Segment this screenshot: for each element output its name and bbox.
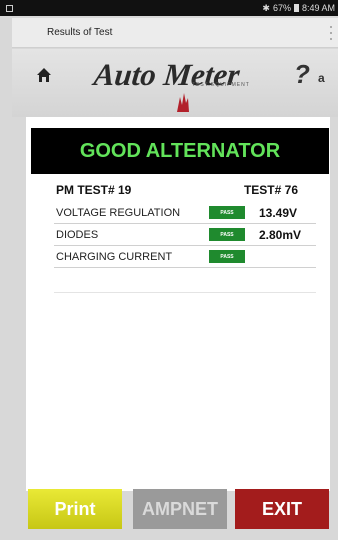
row-label: VOLTAGE REGULATION bbox=[56, 207, 181, 219]
ampnet-button[interactable]: AMPNET bbox=[133, 489, 227, 529]
bluetooth-icon: ✱ bbox=[262, 2, 270, 13]
result-row: DIODES PASS 2.80mV bbox=[54, 224, 316, 246]
pass-badge: PASS bbox=[209, 250, 245, 263]
brand-header: Auto Meter TEST EQUIPMENT ? a bbox=[12, 49, 338, 117]
row-label: CHARGING CURRENT bbox=[56, 251, 173, 263]
row-label: DIODES bbox=[56, 229, 99, 241]
home-icon[interactable] bbox=[36, 67, 52, 83]
battery-text: 67% bbox=[272, 3, 291, 13]
exit-button[interactable]: EXIT bbox=[235, 489, 329, 529]
flame-icon bbox=[177, 93, 189, 112]
pass-badge: PASS bbox=[209, 228, 245, 241]
results-panel: GOOD ALTERNATOR PM TEST# 19 TEST# 76 VOL… bbox=[26, 117, 330, 491]
row-value: 13.49V bbox=[259, 206, 298, 220]
image-icon bbox=[6, 4, 13, 12]
overflow-menu-icon[interactable] bbox=[329, 26, 333, 40]
row-value: 2.80mV bbox=[259, 228, 302, 242]
logo-subtitle: TEST EQUIPMENT bbox=[192, 82, 250, 88]
pm-test-number: PM TEST# 19 bbox=[56, 183, 132, 197]
status-right: ✱ 67% 8:49 AM bbox=[262, 3, 335, 14]
pass-badge: PASS bbox=[209, 206, 245, 219]
result-row: VOLTAGE REGULATION PASS 13.49V bbox=[54, 202, 316, 224]
test-number: TEST# 76 bbox=[243, 183, 298, 197]
result-row: CHARGING CURRENT PASS bbox=[54, 246, 316, 268]
page-title: Results of Test bbox=[47, 27, 113, 38]
title-bar: Results of Test bbox=[12, 18, 338, 48]
clock: 8:49 AM bbox=[301, 3, 335, 13]
help-sub: a bbox=[318, 71, 325, 85]
battery-icon bbox=[293, 4, 299, 12]
print-button[interactable]: Print bbox=[28, 489, 122, 529]
divider bbox=[54, 292, 316, 293]
status-bar: ✱ 67% 8:49 AM bbox=[0, 0, 338, 16]
result-banner: GOOD ALTERNATOR bbox=[31, 128, 329, 174]
help-icon[interactable]: ? bbox=[294, 59, 310, 90]
